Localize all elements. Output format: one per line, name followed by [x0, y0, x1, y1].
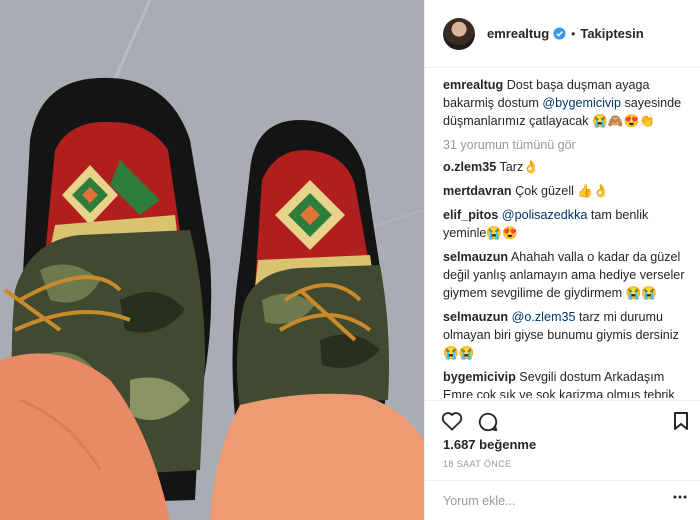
comment-item: selmauzun Ahahah valla o kadar da güzel … [443, 248, 687, 302]
comments-list: emrealtug Dost başa duşman ayaga bakarmi… [425, 76, 700, 398]
post-timestamp: 18 SAAT ÖNCE [443, 459, 512, 469]
post-header: emrealtug • Takiptesin [425, 0, 700, 68]
comment-item: mertdavran Çok güzell 👍👌 [443, 182, 687, 200]
mention-link[interactable]: @o.zlem35 [512, 310, 576, 324]
username-link[interactable]: emrealtug [487, 26, 549, 41]
separator-dot: • [571, 26, 576, 41]
comment-text: Çok güzell 👍👌 [515, 184, 609, 198]
likes-count[interactable]: 1.687 beğenme [443, 437, 536, 452]
caption: emrealtug Dost başa duşman ayaga bakarmi… [443, 76, 687, 130]
bookmark-icon[interactable] [673, 411, 689, 431]
verified-badge-icon [553, 27, 566, 40]
comment-author-link[interactable]: elif_pitos [443, 208, 498, 222]
add-comment-bar [425, 480, 700, 520]
mention-link[interactable]: @polisazedkka [502, 208, 588, 222]
comment-author-link[interactable]: o.zlem35 [443, 160, 496, 174]
comment-input[interactable] [443, 493, 643, 508]
comment-author-link[interactable]: emrealtug [443, 78, 503, 92]
more-options-icon[interactable] [673, 495, 687, 499]
comment-text: Tarz👌 [499, 160, 539, 174]
post-sidebar: emrealtug • Takiptesin emrealtug Dost ba… [424, 0, 700, 520]
follow-status-button[interactable]: Takiptesin [580, 26, 643, 41]
comment-icon[interactable] [477, 411, 499, 433]
caption-emojis: 😭🙈😍👏 [592, 114, 655, 128]
shoes-photo-illustration [0, 0, 424, 520]
comment-author-link[interactable]: selmauzun [443, 310, 508, 324]
instagram-post: emrealtug • Takiptesin emrealtug Dost ba… [0, 0, 700, 520]
comment-item: o.zlem35 Tarz👌 [443, 158, 687, 176]
comment-item: elif_pitos @polisazedkka tam benlik yemi… [443, 206, 687, 242]
comment-author-link[interactable]: selmauzun [443, 250, 508, 264]
heart-icon[interactable] [441, 411, 463, 431]
action-bar [425, 400, 700, 436]
comment-item: selmauzun @o.zlem35 tarz mi durumu olmay… [443, 308, 687, 362]
post-photo[interactable] [0, 0, 424, 520]
comment-author-link[interactable]: mertdavran [443, 184, 512, 198]
comment-author-link[interactable]: bygemicivip [443, 370, 516, 384]
view-all-comments-link[interactable]: 31 yorumun tümünü gör [443, 136, 687, 154]
avatar[interactable] [443, 17, 475, 50]
comment-item: bygemicivip Sevgili dostum Arkadaşım Emr… [443, 368, 687, 398]
mention-link[interactable]: @bygemicivip [542, 96, 621, 110]
